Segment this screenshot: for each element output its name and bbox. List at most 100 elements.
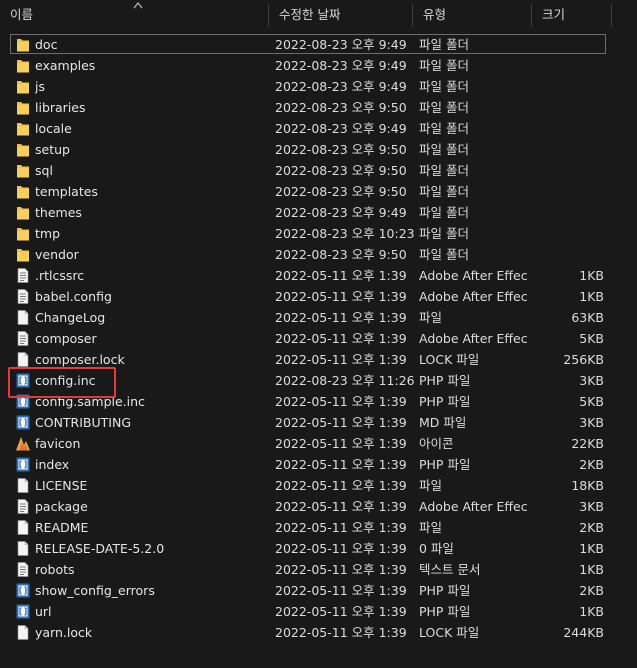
- file-name: .rtlcssrc: [35, 268, 85, 283]
- file-name: libraries: [35, 100, 86, 115]
- column-header-date[interactable]: 수정한 날짜: [269, 0, 412, 30]
- file-size: 1KB: [579, 541, 604, 556]
- file-size: 22KB: [571, 436, 604, 451]
- file-size: 2KB: [579, 583, 604, 598]
- blank-document-icon: [15, 540, 31, 557]
- folder-row[interactable]: js 2022-08-23 오후 9:49 파일 폴더: [0, 76, 637, 97]
- file-row[interactable]: LICENSE 2022-05-11 오후 1:39 파일 18KB: [0, 475, 637, 496]
- file-type: LOCK 파일: [419, 352, 480, 367]
- file-row[interactable]: ChangeLog 2022-05-11 오후 1:39 파일 63KB: [0, 307, 637, 328]
- file-name: yarn.lock: [35, 625, 93, 640]
- folder-icon: [15, 36, 31, 53]
- file-type: PHP 파일: [419, 373, 471, 388]
- file-row[interactable]: composer 2022-05-11 오후 1:39 Adobe After Ef…: [0, 328, 637, 349]
- file-row[interactable]: .rtlcssrc 2022-05-11 오후 1:39 Adobe After E…: [0, 265, 637, 286]
- folder-row[interactable]: libraries 2022-08-23 오후 9:50 파일 폴더: [0, 97, 637, 118]
- folder-row[interactable]: sql 2022-08-23 오후 9:50 파일 폴더: [0, 160, 637, 181]
- file-type: 파일 폴더: [419, 247, 469, 262]
- folder-icon: [15, 225, 31, 242]
- folder-row[interactable]: templates 2022-08-23 오후 9:50 파일 폴더: [0, 181, 637, 202]
- file-name: show_config_errors: [35, 583, 155, 598]
- file-row[interactable]: favicon 2022-05-11 오후 1:39 아이콘 22KB: [0, 433, 637, 454]
- file-name: examples: [35, 58, 96, 73]
- file-modified-date: 2022-08-23 오후 9:49: [275, 37, 407, 52]
- file-size: 2KB: [579, 520, 604, 535]
- column-header: 이름 수정한 날짜 유형 크기: [0, 0, 637, 30]
- file-name: locale: [35, 121, 72, 136]
- folder-row[interactable]: themes 2022-08-23 오후 9:49 파일 폴더: [0, 202, 637, 223]
- file-name: favicon: [35, 436, 81, 451]
- file-row[interactable]: CONTRIBUTING 2022-05-11 오후 1:39 MD 파일 3KB: [0, 412, 637, 433]
- file-type: PHP 파일: [419, 394, 471, 409]
- file-modified-date: 2022-08-23 오후 11:26: [275, 373, 415, 388]
- file-modified-date: 2022-05-11 오후 1:39: [275, 625, 407, 640]
- file-name: RELEASE-DATE-5.2.0: [35, 541, 165, 556]
- file-size: [540, 55, 604, 76]
- file-modified-date: 2022-05-11 오후 1:39: [275, 310, 407, 325]
- file-name: CONTRIBUTING: [35, 415, 132, 430]
- column-header-type[interactable]: 유형: [413, 0, 531, 30]
- folder-row[interactable]: setup 2022-08-23 오후 9:50 파일 폴더: [0, 139, 637, 160]
- file-modified-date: 2022-08-23 오후 9:49: [275, 58, 407, 73]
- file-size: [540, 244, 604, 265]
- file-row[interactable]: index 2022-05-11 오후 1:39 PHP 파일 2KB: [0, 454, 637, 475]
- file-row[interactable]: babel.config 2022-05-11 오후 1:39 Adobe Afte…: [0, 286, 637, 307]
- file-size: [540, 76, 604, 97]
- file-name: composer: [35, 331, 97, 346]
- file-type: 파일 폴더: [419, 37, 469, 52]
- folder-row[interactable]: doc 2022-08-23 오후 9:49 파일 폴더: [0, 34, 637, 55]
- file-row[interactable]: robots 2022-05-11 오후 1:39 텍스트 문서 1KB: [0, 559, 637, 580]
- file-row[interactable]: package 2022-05-11 오후 1:39 Adobe After Eff…: [0, 496, 637, 517]
- file-type: 파일 폴더: [419, 79, 469, 94]
- file-modified-date: 2022-05-11 오후 1:39: [275, 604, 407, 619]
- file-type: 파일 폴더: [419, 142, 469, 157]
- file-modified-date: 2022-08-23 오후 9:50: [275, 247, 407, 262]
- file-row[interactable]: url 2022-05-11 오후 1:39 PHP 파일 1KB: [0, 601, 637, 622]
- file-size: 256KB: [563, 352, 604, 367]
- folder-icon: [15, 183, 31, 200]
- file-modified-date: 2022-08-23 오후 9:50: [275, 163, 407, 178]
- text-document-icon: [15, 267, 31, 284]
- file-modified-date: 2022-08-23 오후 9:50: [275, 184, 407, 199]
- folder-row[interactable]: tmp 2022-08-23 오후 10:23 파일 폴더: [0, 223, 637, 244]
- file-size: [540, 160, 604, 181]
- file-modified-date: 2022-08-23 오후 9:49: [275, 121, 407, 136]
- file-size: 5KB: [579, 331, 604, 346]
- folder-row[interactable]: vendor 2022-08-23 오후 9:50 파일 폴더: [0, 244, 637, 265]
- file-modified-date: 2022-05-11 오후 1:39: [275, 268, 407, 283]
- column-separator[interactable]: [611, 3, 612, 27]
- column-header-size[interactable]: 크기: [532, 0, 611, 30]
- file-size: [540, 223, 604, 244]
- column-header-name[interactable]: 이름: [0, 0, 268, 30]
- file-size: [540, 97, 604, 118]
- file-modified-date: 2022-05-11 오후 1:39: [275, 289, 407, 304]
- file-size: [540, 181, 604, 202]
- folder-icon: [15, 78, 31, 95]
- file-row[interactable]: RELEASE-DATE-5.2.0 2022-05-11 오후 1:39 0 파일…: [0, 538, 637, 559]
- file-type: 파일: [419, 310, 443, 325]
- file-name: tmp: [35, 226, 61, 241]
- file-type: LOCK 파일: [419, 625, 480, 640]
- file-name: LICENSE: [35, 478, 88, 493]
- file-type: 파일: [419, 520, 443, 535]
- folder-row[interactable]: examples 2022-08-23 오후 9:49 파일 폴더: [0, 55, 637, 76]
- file-type: 파일 폴더: [419, 205, 469, 220]
- text-document-icon: [15, 498, 31, 515]
- file-name: doc: [35, 37, 58, 52]
- text-document-icon: [15, 288, 31, 305]
- php-file-icon: [15, 456, 31, 473]
- file-size: [540, 139, 604, 160]
- blank-document-icon: [15, 519, 31, 536]
- php-file-icon: [15, 582, 31, 599]
- file-type: Adobe After Effec...: [419, 268, 527, 283]
- text-document-icon: [15, 561, 31, 578]
- file-row[interactable]: README 2022-05-11 오후 1:39 파일 2KB: [0, 517, 637, 538]
- file-size: 3KB: [579, 499, 604, 514]
- file-row[interactable]: show_config_errors 2022-05-11 오후 1:39 PHP …: [0, 580, 637, 601]
- folder-row[interactable]: locale 2022-08-23 오후 9:49 파일 폴더: [0, 118, 637, 139]
- file-size: 1KB: [579, 562, 604, 577]
- file-type: 텍스트 문서: [419, 562, 481, 577]
- file-type: 0 파일: [419, 541, 454, 556]
- file-modified-date: 2022-08-23 오후 9:49: [275, 79, 407, 94]
- file-row[interactable]: yarn.lock 2022-05-11 오후 1:39 LOCK 파일 244KB: [0, 622, 637, 643]
